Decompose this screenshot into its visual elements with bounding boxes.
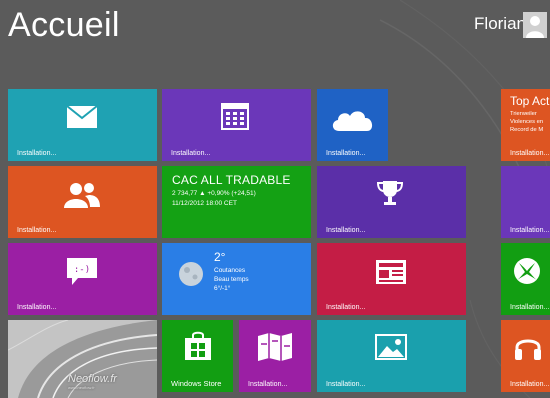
tile-label: Installation... [171,150,211,157]
mail-icon [66,105,98,128]
calendar-icon [221,103,249,130]
tile-xbox-games[interactable]: Installation... [501,243,550,315]
photo-icon [375,334,407,360]
tile-top-actu[interactable]: Top Act Trierweiler Violences en Record … [501,89,550,161]
people-icon [64,183,100,208]
xbox-icon [514,258,540,284]
weather-condition: Beau temps [214,276,249,283]
tile-photos[interactable]: Installation... [317,320,466,392]
tile-skydrive[interactable]: Installation... [317,89,388,161]
finance-timestamp: 11/12/2012 18:00 CET [172,200,237,207]
weather-city: Coutances [214,267,246,274]
tile-label: Installation... [510,304,550,311]
tile-store[interactable]: Windows Store [162,320,233,392]
tile-label: Installation... [510,150,550,157]
store-bag-icon [185,331,211,360]
map-icon [258,333,292,361]
svg-text::-): :-) [74,265,90,275]
user-avatar-icon [526,16,544,38]
tile-label: Installation... [510,381,550,388]
top-actu-line: Record de M [510,127,544,133]
tile-label: Installation... [248,381,288,388]
tile-right-purple[interactable]: Installation... [501,166,550,238]
tile-desktop[interactable]: Neoflow.fr www.neoflow.fr [8,320,157,398]
tile-messaging[interactable]: :-) Installation... [8,243,157,315]
tile-label: Installation... [17,150,57,157]
tile-label: Installation... [326,304,366,311]
page-title: Accueil [8,6,120,44]
tile-maps[interactable]: Installation... [239,320,311,392]
tile-weather[interactable]: 2° Coutances Beau temps 6°/-1° [162,243,311,315]
watermark-subtext: www.neoflow.fr [68,385,95,390]
watermark: Neoflow.fr www.neoflow.fr [68,373,117,390]
tile-news[interactable]: Installation... [317,243,466,315]
chat-icon: :-) [67,258,97,285]
cloud-icon [332,111,373,131]
tile-label: Windows Store [171,379,222,388]
moon-icon [179,262,203,286]
finance-index-name: CAC ALL TRADABLE [172,173,291,187]
tile-label: Installation... [17,304,57,311]
tile-label: Installation... [326,381,366,388]
tile-calendar[interactable]: Installation... [162,89,311,161]
top-actu-title: Top Act [510,94,550,108]
top-actu-line: Trierweiler [510,111,537,117]
weather-range: 6°/-1° [214,285,231,292]
tile-label: Installation... [326,227,366,234]
avatar[interactable] [523,12,547,38]
finance-quote: 2 734,77 ▲ +0,90% (+24,51) [172,190,256,197]
tile-finance[interactable]: CAC ALL TRADABLE 2 734,77 ▲ +0,90% (+24,… [162,166,311,238]
tile-games[interactable]: Installation... [317,166,466,238]
newspaper-icon [376,260,406,284]
tile-label: Installation... [326,150,366,157]
tile-music[interactable]: Installation... [501,320,550,392]
tile-mail[interactable]: Installation... [8,89,157,161]
user-name[interactable]: Florian [474,14,526,34]
tile-label: Installation... [510,227,550,234]
headphones-icon [515,339,541,360]
weather-temperature: 2° [214,250,226,264]
tile-people[interactable]: Installation... [8,166,157,238]
watermark-text: Neoflow.fr [68,373,117,385]
tile-label: Installation... [17,227,57,234]
trophy-icon [376,181,404,205]
top-actu-line: Violences en [510,119,544,125]
